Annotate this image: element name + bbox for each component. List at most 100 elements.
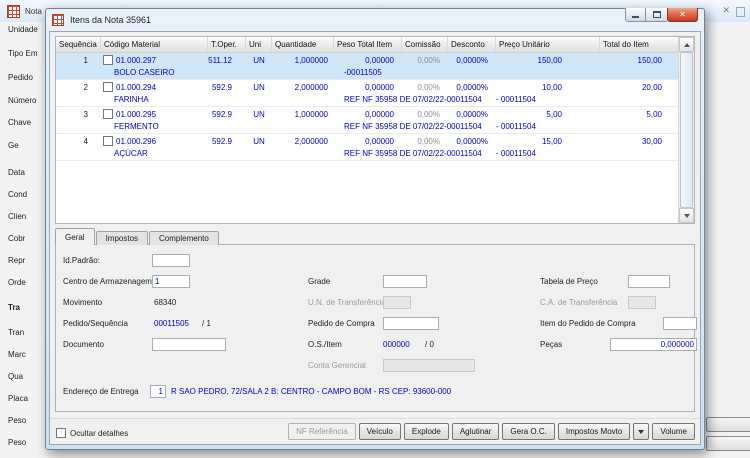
movimento-label: Movimento: [63, 298, 103, 307]
veiculo-button[interactable]: Veículo: [358, 423, 401, 440]
col-codigo-material[interactable]: Código Material: [101, 37, 208, 52]
col-quantidade[interactable]: Quantidade: [272, 37, 334, 52]
row-checkbox[interactable]: [103, 109, 113, 119]
bg-label-transportadora: Tran: [8, 328, 25, 337]
bg-label-cliente: Clien: [8, 212, 27, 221]
col-desconto[interactable]: Desconto: [448, 37, 496, 52]
bg-tab-geral-fragment[interactable]: Ge: [8, 141, 19, 150]
tabela-preco-label: Tabela de Preço: [540, 277, 598, 286]
bg-label-pedido: Pedido: [8, 73, 33, 82]
bg-label-representante: Repr: [8, 256, 26, 265]
row-checkbox[interactable]: [103, 82, 113, 92]
pedido-compra-label: Pedido de Compra: [308, 319, 375, 328]
dialog-titlebar[interactable]: Itens da Nota 35961 ✕: [49, 8, 701, 31]
bg-label-chave: Chave: [8, 118, 32, 127]
aglutinar-button[interactable]: Aglutinar: [451, 423, 500, 440]
col-uni[interactable]: Uni: [246, 37, 272, 52]
footer-buttons: NF Referência Veículo Explode Aglutinar …: [288, 423, 695, 440]
un-transferencia-label: U.N. de Transferência: [308, 298, 386, 307]
items-grid: Sequência Código Material T.Oper. Uni Qu…: [55, 36, 695, 224]
minimize-icon: [632, 13, 639, 18]
ref-pedido: - 00011504: [496, 95, 536, 104]
background-window-control-fragment[interactable]: [736, 7, 745, 17]
sequencia-value: / 1: [202, 319, 211, 328]
scroll-up-icon[interactable]: [679, 37, 694, 52]
os-value: 000000: [383, 340, 410, 349]
grid-row[interactable]: 3 01.000.295 592.9 UN 1,000000 0,00000 0…: [56, 107, 678, 134]
os-item-value: / 0: [425, 340, 434, 349]
tab-geral[interactable]: Geral: [55, 228, 95, 245]
maximize-button[interactable]: [646, 8, 667, 22]
ca-transferencia-label: C.A. de Transferência: [540, 298, 618, 307]
col-preco-unitario[interactable]: Preço Unitário: [496, 37, 600, 52]
bg-label-numero: Número: [8, 96, 37, 105]
col-total-item[interactable]: Total do Item: [600, 37, 676, 52]
centro-armazenagem-input[interactable]: [152, 275, 190, 288]
row-checkbox[interactable]: [103, 55, 113, 65]
movimento-value: 68340: [154, 298, 177, 307]
dialog-icon: [52, 14, 64, 26]
col-comissao[interactable]: Comissão: [402, 37, 448, 52]
checkbox-icon[interactable]: [56, 428, 66, 438]
material-name: BOLO CASEIRO: [114, 68, 175, 77]
documento-input[interactable]: [152, 338, 226, 351]
pedido-value: 00011505: [154, 319, 189, 328]
col-sequencia[interactable]: Sequência: [56, 37, 101, 52]
documento-label: Documento: [63, 340, 104, 349]
dialog-title: Itens da Nota 35961: [70, 15, 152, 25]
nf-referencia-button: NF Referência: [288, 423, 356, 440]
impostos-movto-dropdown-icon[interactable]: [633, 423, 650, 440]
bg-label-peso1: Peso: [8, 416, 27, 425]
dialog-content: Sequência Código Material T.Oper. Uni Qu…: [49, 31, 701, 445]
pedido-sequencia-label: Pedido/Sequência: [63, 319, 128, 328]
grid-row[interactable]: 2 01.000.294 592.9 UN 2,000000 0,00000 0…: [56, 80, 678, 107]
grade-input[interactable]: [383, 275, 427, 288]
endereco-entrega-value: R SAO PEDRO, 72/SALA 2 B: CENTRO - CAMPO…: [171, 387, 452, 396]
impostos-movto-button[interactable]: Impostos Movto: [557, 423, 631, 440]
os-item-label: O.S./Item: [308, 340, 342, 349]
row-checkbox[interactable]: [103, 136, 113, 146]
endereco-entrega-label: Endereço de Entrega: [63, 387, 139, 396]
item-pedido-compra-label: Item do Pedido de Compra: [540, 319, 636, 328]
explode-button[interactable]: Explode: [403, 423, 449, 440]
bg-label-ordem: Orde: [8, 278, 26, 287]
tab-impostos[interactable]: Impostos: [95, 231, 149, 245]
centro-armazenagem-label: Centro de Armazenagem: [63, 277, 152, 286]
bg-label-unidade: Unidade: [8, 25, 38, 34]
grade-label: Grade: [308, 277, 331, 286]
background-close-icon[interactable]: ✕: [722, 5, 730, 16]
grid-header: Sequência Código Material T.Oper. Uni Qu…: [56, 37, 678, 53]
pedido-compra-input[interactable]: [383, 317, 439, 330]
scrollbar-thumb[interactable]: [680, 52, 693, 208]
grid-row[interactable]: 4 01.000.296 592.9 UN 2,000000 0,00000 0…: [56, 134, 678, 161]
grid-row[interactable]: 1 01.000.297 511.12 UN 1,000000 0,00000 …: [56, 53, 678, 80]
background-button-fragment[interactable]: [706, 417, 750, 432]
volume-button[interactable]: Volume: [652, 423, 695, 440]
endereco-entrega-num-input[interactable]: [150, 385, 166, 398]
material-name: FARINHA: [114, 95, 149, 104]
bg-label-tipo: Tipo Em: [8, 49, 38, 58]
scroll-down-icon[interactable]: [679, 208, 694, 223]
close-button[interactable]: ✕: [667, 8, 698, 22]
tab-complemento[interactable]: Complemento: [149, 231, 219, 245]
ca-transferencia-input: [628, 296, 656, 309]
bg-label-marca: Marc: [8, 350, 26, 359]
ref-nf: REF NF 35958 DE 07/02/22-00011504: [344, 122, 482, 131]
ocultar-detalhes-checkbox[interactable]: Ocultar detalhes: [56, 428, 128, 438]
pecas-input[interactable]: [610, 338, 697, 351]
minimize-button[interactable]: [625, 8, 646, 22]
bg-label-transporte: Tra: [8, 303, 21, 312]
detail-tabs: Geral Impostos Complemento: [55, 228, 220, 245]
bg-label-cobranca: Cobr: [8, 234, 26, 243]
col-peso-total[interactable]: Peso Total Item: [334, 37, 402, 52]
item-pedido-compra-input[interactable]: [663, 317, 697, 330]
gera-oc-button[interactable]: Gera O.C.: [502, 423, 555, 440]
ref-nf: REF NF 35958 DE 07/02/22-00011504: [344, 95, 482, 104]
grid-scrollbar[interactable]: [678, 37, 694, 223]
tabela-preco-input[interactable]: [628, 275, 670, 288]
material-name: FERMENTO: [114, 122, 159, 131]
id-padrao-input[interactable]: [152, 254, 190, 267]
background-button-fragment[interactable]: [706, 436, 750, 451]
maximize-icon: [652, 11, 661, 18]
col-toper[interactable]: T.Oper.: [208, 37, 246, 52]
